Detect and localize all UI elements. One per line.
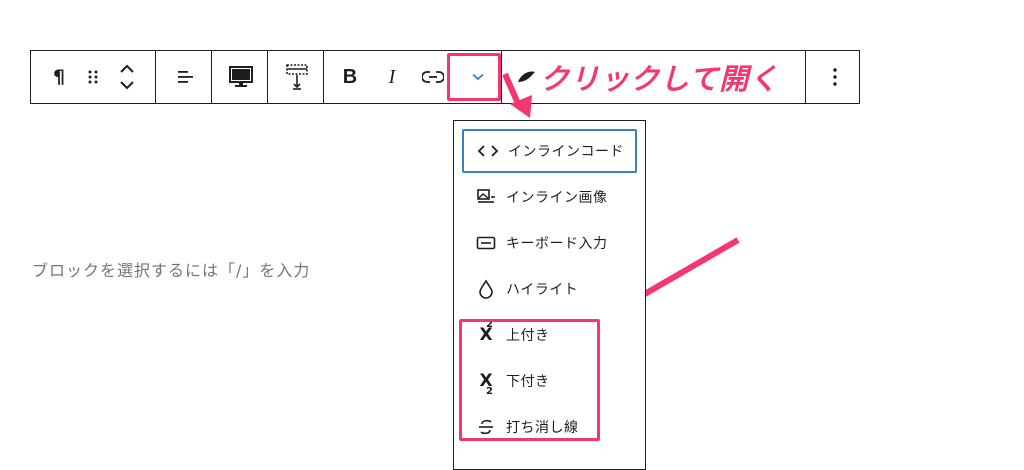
inline-image-icon [474,185,498,209]
format-dropdown-menu: インラインコード インライン画像 キーボード入力 ハイライト X2 上付き X2… [453,120,646,470]
droplet-icon [474,277,498,301]
menu-item-superscript[interactable]: X2 上付き [462,313,637,357]
menu-item-keyboard-input[interactable]: キーボード入力 [462,221,637,265]
superscript-icon: X2 [479,319,493,345]
menu-item-label: 上付き [506,328,550,344]
block-placeholder[interactable]: ブロックを選択するには「/」を入力 [32,257,310,281]
menu-item-label: インラインコード [508,144,624,160]
menu-item-label: インライン画像 [506,190,608,206]
menu-item-inline-code[interactable]: インラインコード [462,129,637,173]
menu-item-highlight[interactable]: ハイライト [462,267,637,311]
subscript-icon: X2 [479,371,493,397]
menu-item-inline-image[interactable]: インライン画像 [462,175,637,219]
menu-item-label: キーボード入力 [506,236,608,252]
code-icon [476,139,500,163]
menu-item-strikethrough[interactable]: 打ち消し線 [462,405,637,449]
menu-item-label: 打ち消し線 [506,420,579,436]
strikethrough-icon [474,415,498,439]
menu-item-subscript[interactable]: X2 下付き [462,359,637,403]
menu-item-label: 下付き [506,374,550,390]
keyboard-icon [474,231,498,255]
menu-item-label: ハイライト [506,282,579,298]
